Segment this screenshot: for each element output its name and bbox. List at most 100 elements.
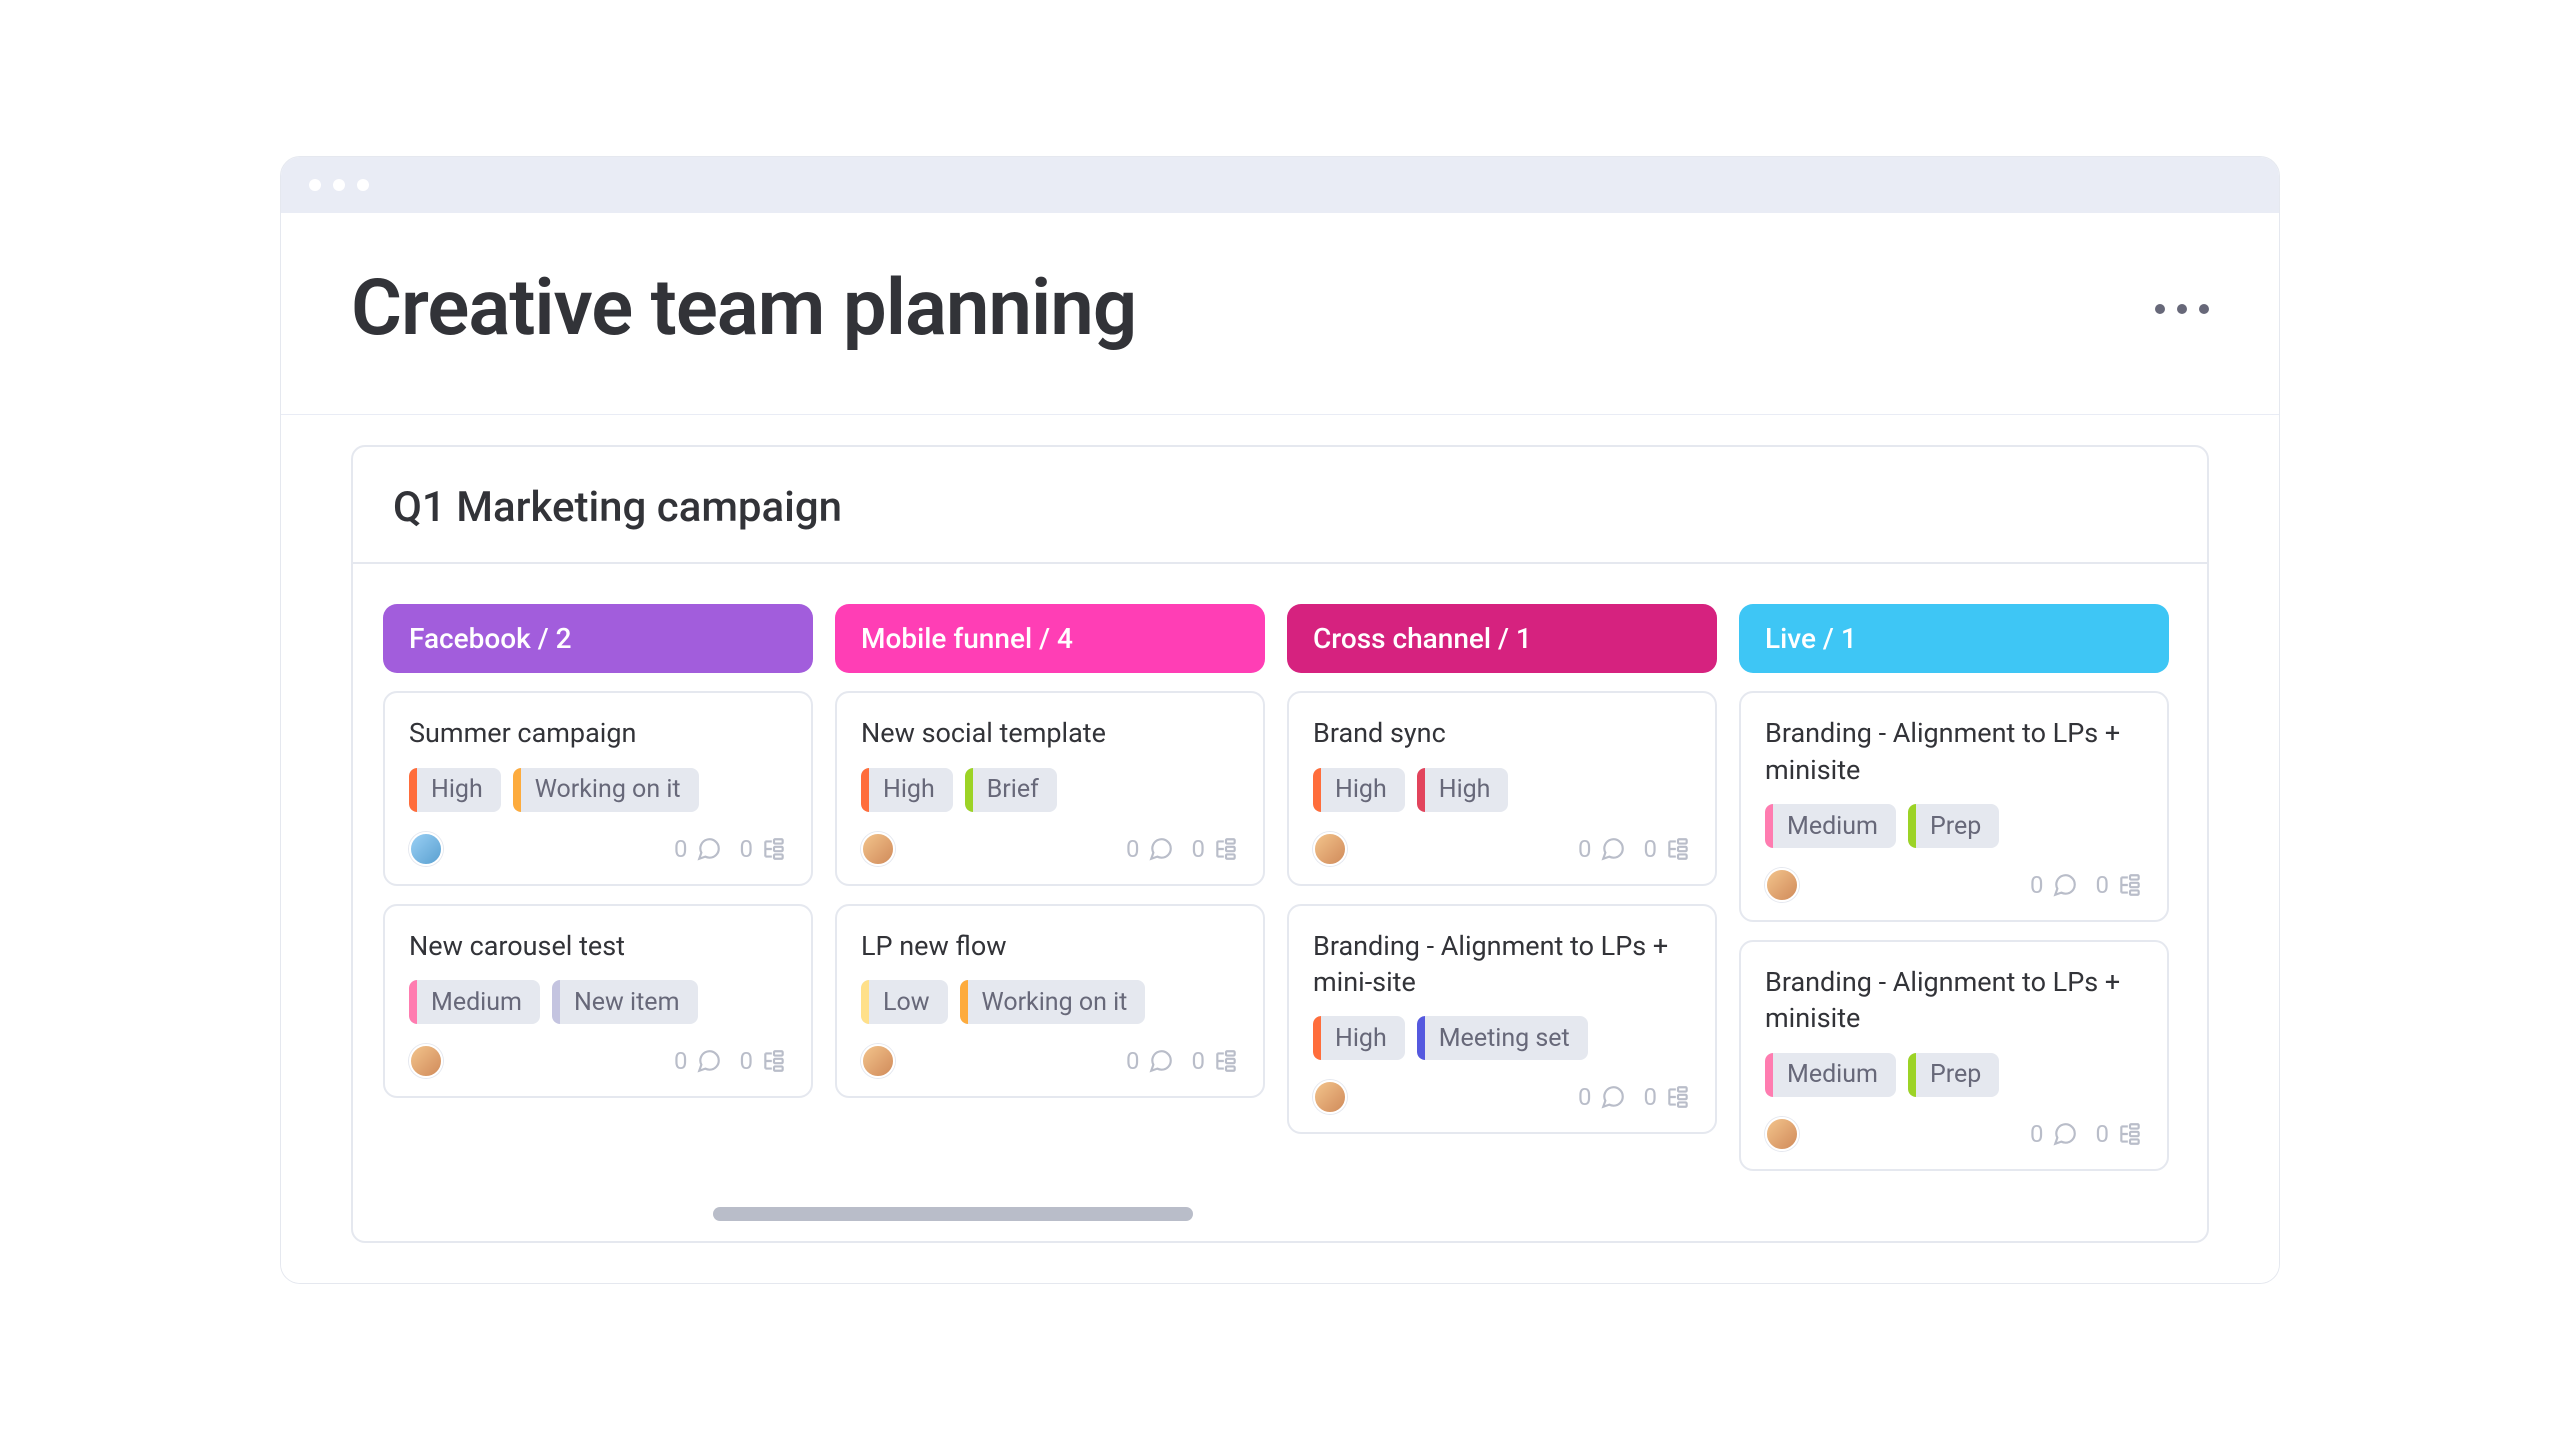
card-counts: 00: [2030, 871, 2143, 899]
status-stripe: [513, 768, 521, 812]
column-count: 4: [1057, 622, 1073, 655]
comments-count[interactable]: 0: [1126, 835, 1174, 863]
avatar[interactable]: [1313, 832, 1347, 866]
subitems-count[interactable]: 0: [740, 1047, 788, 1075]
status-stripe: [960, 980, 968, 1024]
card-counts: 00: [1578, 835, 1691, 863]
comments-number: 0: [674, 835, 688, 863]
comments-number: 0: [1578, 1083, 1592, 1111]
status-badge[interactable]: New item: [552, 980, 698, 1024]
kanban-card[interactable]: Branding - Alignment to LPs + mini-site H…: [1287, 904, 1717, 1135]
comment-icon: [696, 836, 722, 862]
subitems-count[interactable]: 0: [1644, 1083, 1692, 1111]
avatar[interactable]: [861, 1044, 895, 1078]
card-title: New carousel test: [409, 928, 787, 964]
more-options-button[interactable]: [2155, 304, 2209, 314]
avatar[interactable]: [1765, 868, 1799, 902]
subitems-count[interactable]: 0: [1192, 1047, 1240, 1075]
card-title: Branding - Alignment to LPs + mini-site: [1313, 928, 1691, 1001]
comments-number: 0: [2030, 871, 2044, 899]
horizontal-scroll-track[interactable]: [383, 1207, 2177, 1221]
comments-count[interactable]: 0: [1578, 835, 1626, 863]
status-badge[interactable]: Prep: [1908, 804, 1999, 848]
avatar[interactable]: [861, 832, 895, 866]
kanban-card[interactable]: Branding - Alignment to LPs + minisiteMe…: [1739, 691, 2169, 922]
status-label: Medium: [1773, 812, 1896, 841]
card-tags: High Meeting set: [1313, 1016, 1691, 1060]
status-label: Low: [869, 988, 948, 1017]
status-stripe: [1908, 1053, 1916, 1097]
kanban-card[interactable]: New carousel test Medium New item 00: [383, 904, 813, 1098]
status-badge[interactable]: Working on it: [513, 768, 699, 812]
column-count: 2: [556, 622, 572, 655]
status-badge[interactable]: Low: [861, 980, 948, 1024]
status-badge[interactable]: Working on it: [960, 980, 1146, 1024]
comment-icon: [2052, 872, 2078, 898]
card-footer: 00: [409, 1044, 787, 1078]
status-label: High: [1321, 1024, 1405, 1053]
comment-icon: [1600, 1084, 1626, 1110]
comments-number: 0: [1578, 835, 1592, 863]
window-control-close[interactable]: [309, 179, 321, 191]
subitems-count[interactable]: 0: [2096, 871, 2144, 899]
subitems-number: 0: [2096, 1120, 2110, 1148]
subitems-icon: [1213, 836, 1239, 862]
comments-count[interactable]: 0: [2030, 871, 2078, 899]
subitems-number: 0: [1192, 835, 1206, 863]
status-label: Working on it: [968, 988, 1146, 1017]
horizontal-scroll-thumb[interactable]: [713, 1207, 1193, 1221]
card-title: Branding - Alignment to LPs + minisite: [1765, 964, 2143, 1037]
subitems-number: 0: [1192, 1047, 1206, 1075]
avatar[interactable]: [1765, 1117, 1799, 1151]
comments-count[interactable]: 0: [2030, 1120, 2078, 1148]
column-header[interactable]: Mobile funnel / 4: [835, 604, 1265, 673]
avatar[interactable]: [1313, 1080, 1347, 1114]
kanban-card[interactable]: Branding - Alignment to LPs + minisite Me…: [1739, 940, 2169, 1171]
status-badge[interactable]: High: [1313, 768, 1405, 812]
status-badge[interactable]: High: [1313, 1016, 1405, 1060]
kanban-card[interactable]: LP new flowLowWorking on it00: [835, 904, 1265, 1098]
status-stripe: [965, 768, 973, 812]
subitems-icon: [1213, 1048, 1239, 1074]
comments-count[interactable]: 0: [1578, 1083, 1626, 1111]
comments-count[interactable]: 0: [1126, 1047, 1174, 1075]
avatar[interactable]: [409, 1044, 443, 1078]
comments-count[interactable]: 0: [674, 1047, 722, 1075]
window-control-maximize[interactable]: [357, 179, 369, 191]
comments-number: 0: [1126, 1047, 1140, 1075]
board-title: Q1 Marketing campaign: [393, 483, 2167, 532]
subitems-count[interactable]: 0: [1192, 835, 1240, 863]
subitems-number: 0: [740, 1047, 754, 1075]
status-badge[interactable]: Medium: [409, 980, 540, 1024]
column-header[interactable]: Facebook / 2: [383, 604, 813, 673]
column-header[interactable]: Live / 1: [1739, 604, 2169, 673]
subitems-count[interactable]: 0: [1644, 835, 1692, 863]
subitems-number: 0: [1644, 835, 1658, 863]
ellipsis-icon: [2155, 304, 2165, 314]
kanban-card[interactable]: New social templateHighBrief00: [835, 691, 1265, 885]
status-label: New item: [560, 988, 698, 1017]
subitems-count[interactable]: 0: [2096, 1120, 2144, 1148]
status-badge[interactable]: Medium: [1765, 1053, 1896, 1097]
avatar[interactable]: [409, 832, 443, 866]
status-badge[interactable]: High: [1417, 768, 1509, 812]
card-footer: 00: [1765, 868, 2143, 902]
subitems-icon: [761, 1048, 787, 1074]
kanban-card[interactable]: Brand syncHighHigh00: [1287, 691, 1717, 885]
status-badge[interactable]: Meeting set: [1417, 1016, 1588, 1060]
comments-count[interactable]: 0: [674, 835, 722, 863]
window-control-minimize[interactable]: [333, 179, 345, 191]
status-badge[interactable]: Prep: [1908, 1053, 1999, 1097]
status-label: Medium: [1773, 1060, 1896, 1089]
status-badge[interactable]: High: [861, 768, 953, 812]
status-stripe: [1417, 768, 1425, 812]
status-badge[interactable]: Medium: [1765, 804, 1896, 848]
status-badge[interactable]: Brief: [965, 768, 1057, 812]
status-badge[interactable]: High: [409, 768, 501, 812]
card-title: LP new flow: [861, 928, 1239, 964]
subitems-count[interactable]: 0: [740, 835, 788, 863]
card-counts: 00: [674, 835, 787, 863]
card-counts: 00: [1126, 1047, 1239, 1075]
column-header[interactable]: Cross channel / 1: [1287, 604, 1717, 673]
kanban-card[interactable]: Summer campaignHighWorking on it00: [383, 691, 813, 885]
